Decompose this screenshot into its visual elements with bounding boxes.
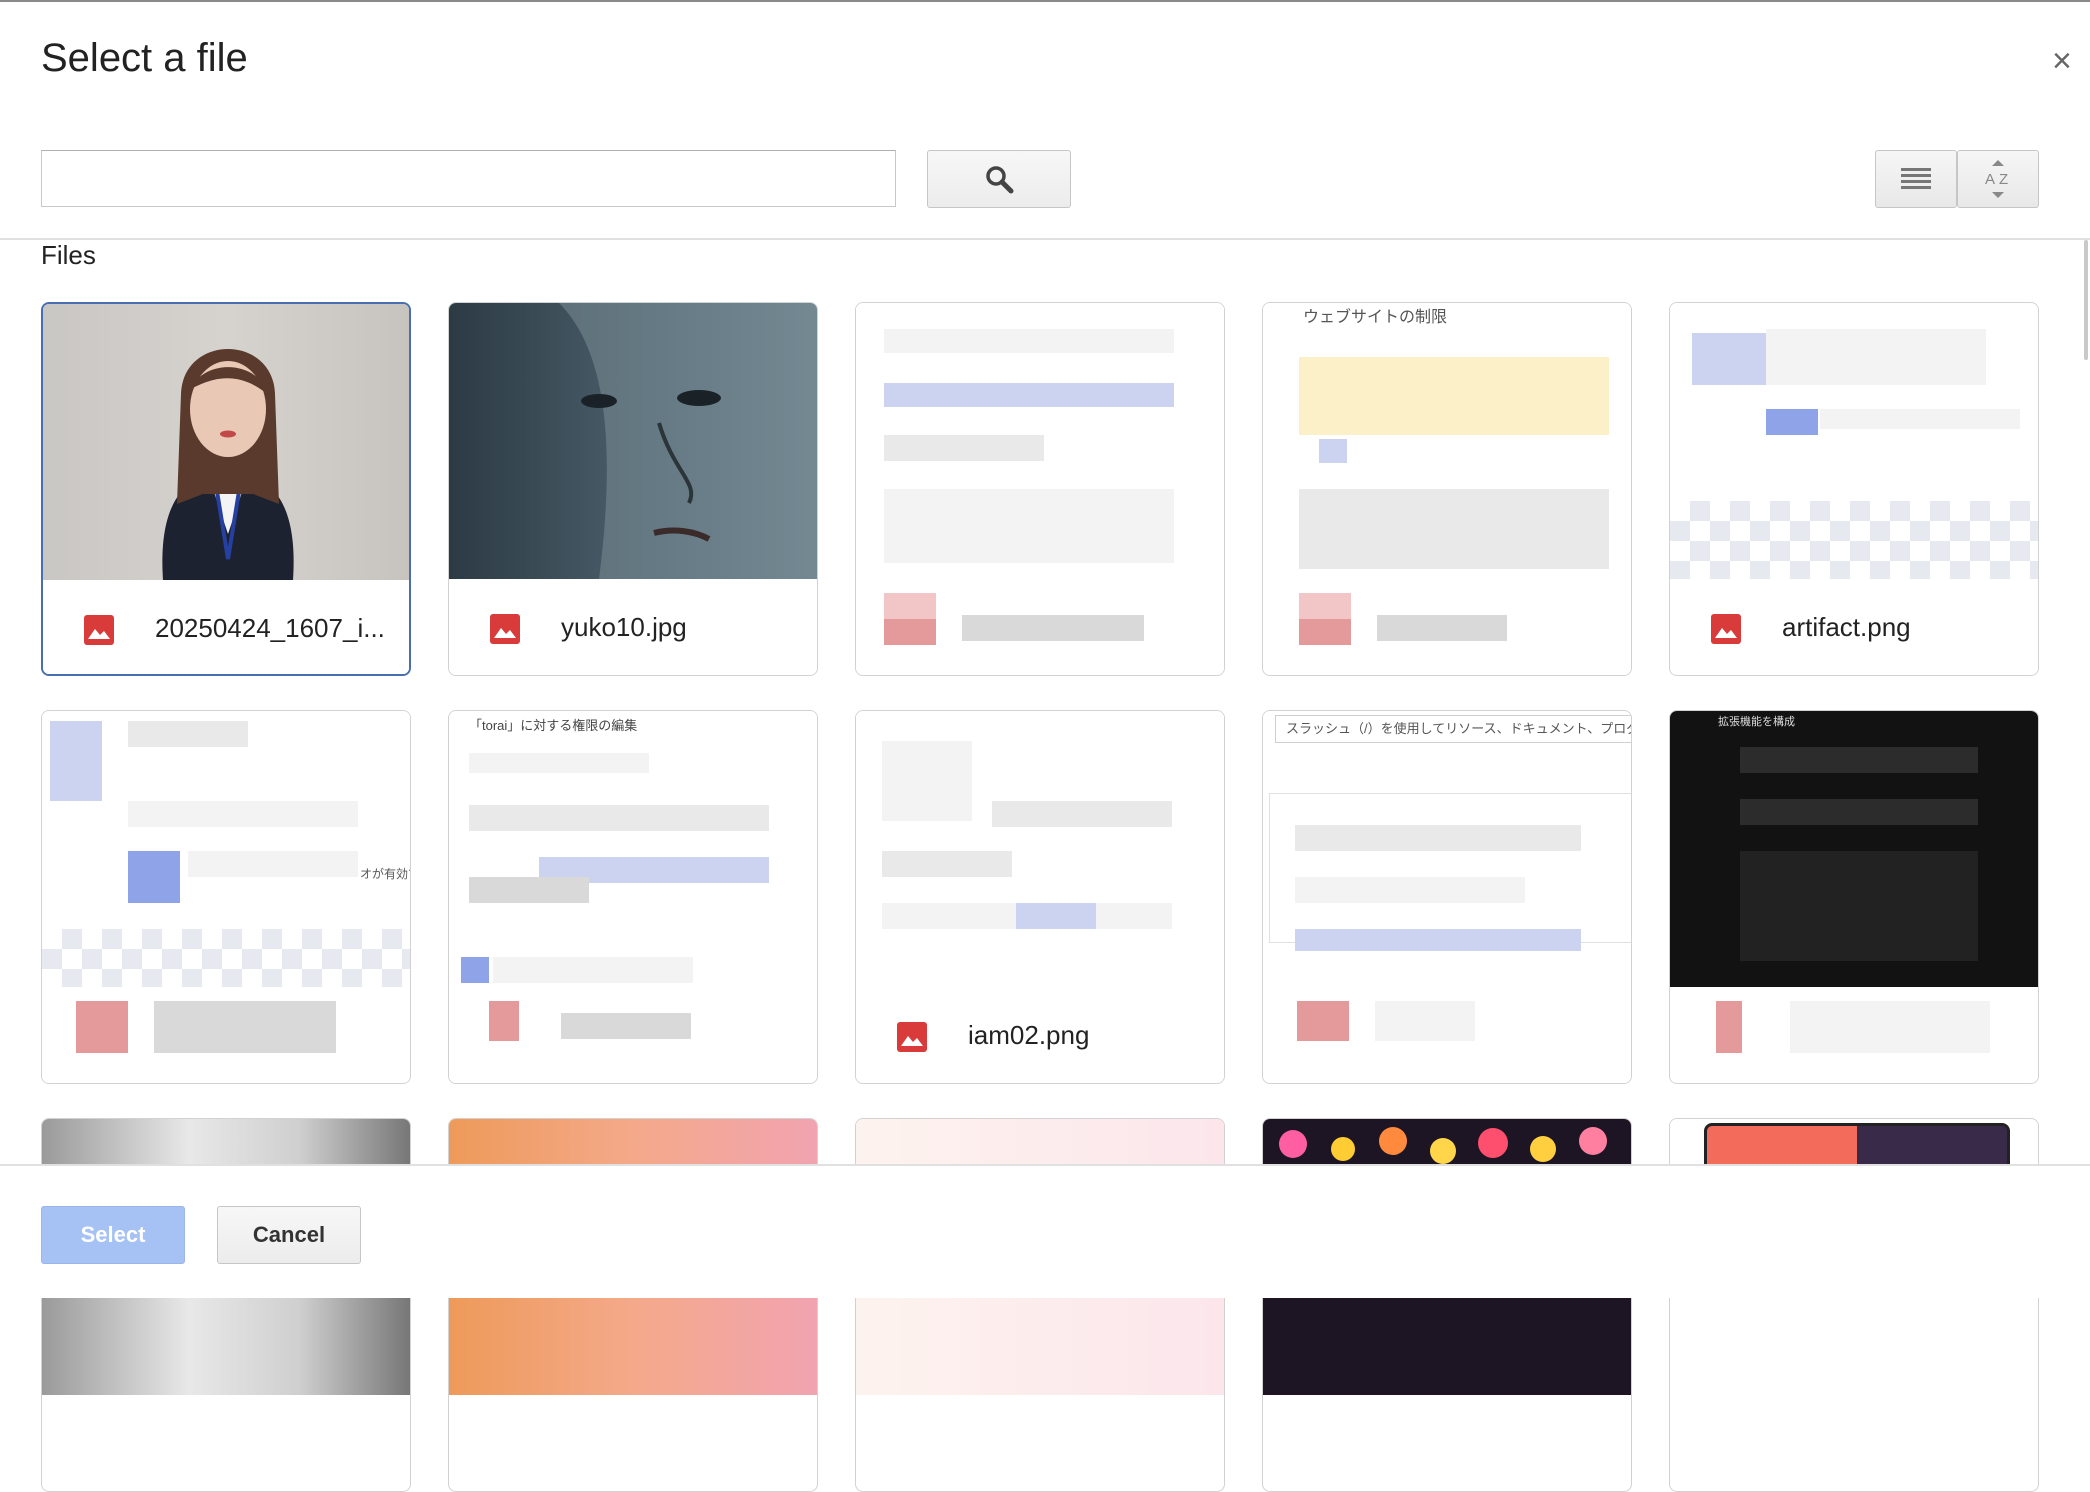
file-thumbnail: ウェブサイトの制限: [1263, 303, 1631, 579]
thumbnail-text: スラッシュ（/）を使用してリソース、ドキュメント、プロダクト: [1275, 715, 1631, 743]
file-tile[interactable]: オが有効て: [41, 710, 411, 1084]
files-section-label: Files: [41, 240, 96, 270]
thumbnail-text: 「torai」に対する権限の編集: [469, 718, 638, 733]
scrollbar-thumb[interactable]: [2084, 240, 2088, 360]
thumbnail-text: オが有効て: [360, 867, 410, 881]
image-file-icon: [1297, 1001, 1349, 1041]
file-thumbnail: [43, 304, 409, 580]
image-file-icon: [76, 1001, 128, 1053]
image-file-icon: [490, 614, 520, 644]
file-thumbnail: [449, 303, 817, 579]
file-thumbnail: オが有効て: [42, 711, 410, 987]
image-file-icon: [84, 615, 114, 645]
file-tile[interactable]: [855, 302, 1225, 676]
thumbnail-text: ウェブサイトの制限: [1303, 309, 1448, 326]
file-thumbnail: スラッシュ（/）を使用してリソース、ドキュメント、プロダクト: [1263, 711, 1631, 987]
file-tile[interactable]: iam02.png: [855, 710, 1225, 1084]
file-tile[interactable]: スラッシュ（/）を使用してリソース、ドキュメント、プロダクト: [1262, 710, 1632, 1084]
file-tile[interactable]: 20250424_1607_i...: [41, 302, 411, 676]
file-thumbnail: [856, 711, 1224, 987]
thumbnail-text: 拡張機能を構成: [1718, 716, 1795, 728]
file-picker-dialog: Select a file × A Z Files 20250424_1607_…: [0, 0, 2090, 1492]
file-thumbnail: [856, 303, 1224, 579]
file-name: yuko10.jpg: [561, 612, 687, 642]
list-view-icon: [1901, 168, 1931, 189]
image-file-icon: [489, 1001, 519, 1041]
list-view-button[interactable]: [1875, 150, 1957, 208]
sort-button[interactable]: A Z: [1957, 150, 2039, 208]
file-name: iam02.png: [968, 1020, 1090, 1050]
file-caption: [449, 987, 817, 1083]
file-caption: [42, 987, 410, 1083]
file-tile[interactable]: ウェブサイトの制限: [1262, 302, 1632, 676]
image-file-icon: [1716, 1001, 1742, 1053]
file-thumbnail: 拡張機能を構成: [1670, 711, 2038, 987]
file-caption: 20250424_1607_i...: [43, 580, 409, 674]
image-file-icon: [1711, 614, 1741, 644]
svg-text:A: A: [1985, 171, 1995, 188]
file-thumbnail: [1670, 303, 2038, 579]
file-name: artifact.png: [1782, 612, 1911, 642]
file-tile[interactable]: yuko10.jpg: [448, 302, 818, 676]
close-icon[interactable]: ×: [2052, 42, 2072, 81]
file-tile[interactable]: 「torai」に対する権限の編集: [448, 710, 818, 1084]
file-caption: [1263, 987, 1631, 1083]
header-divider: [0, 238, 2090, 240]
file-tile[interactable]: artifact.png: [1669, 302, 2039, 676]
file-tile[interactable]: 拡張機能を構成: [1669, 710, 2039, 1084]
select-button[interactable]: Select: [41, 1206, 185, 1264]
cancel-button[interactable]: Cancel: [217, 1206, 361, 1264]
search-input[interactable]: [41, 150, 896, 207]
file-caption: [1670, 987, 2038, 1083]
search-button[interactable]: [927, 150, 1071, 208]
file-caption: iam02.png: [856, 987, 1224, 1083]
sort-az-icon: A Z: [1985, 160, 2008, 198]
file-thumbnail: 「torai」に対する権限の編集: [449, 711, 817, 987]
file-caption: [856, 579, 1224, 675]
image-file-icon: [897, 1022, 927, 1052]
file-name: 20250424_1607_i...: [155, 613, 385, 643]
dialog-title: Select a file: [41, 36, 248, 80]
search-icon: [986, 166, 1014, 194]
svg-text:Z: Z: [1999, 171, 2008, 188]
file-caption: artifact.png: [1670, 579, 2038, 675]
file-caption: [1263, 579, 1631, 675]
file-caption: yuko10.jpg: [449, 579, 817, 675]
